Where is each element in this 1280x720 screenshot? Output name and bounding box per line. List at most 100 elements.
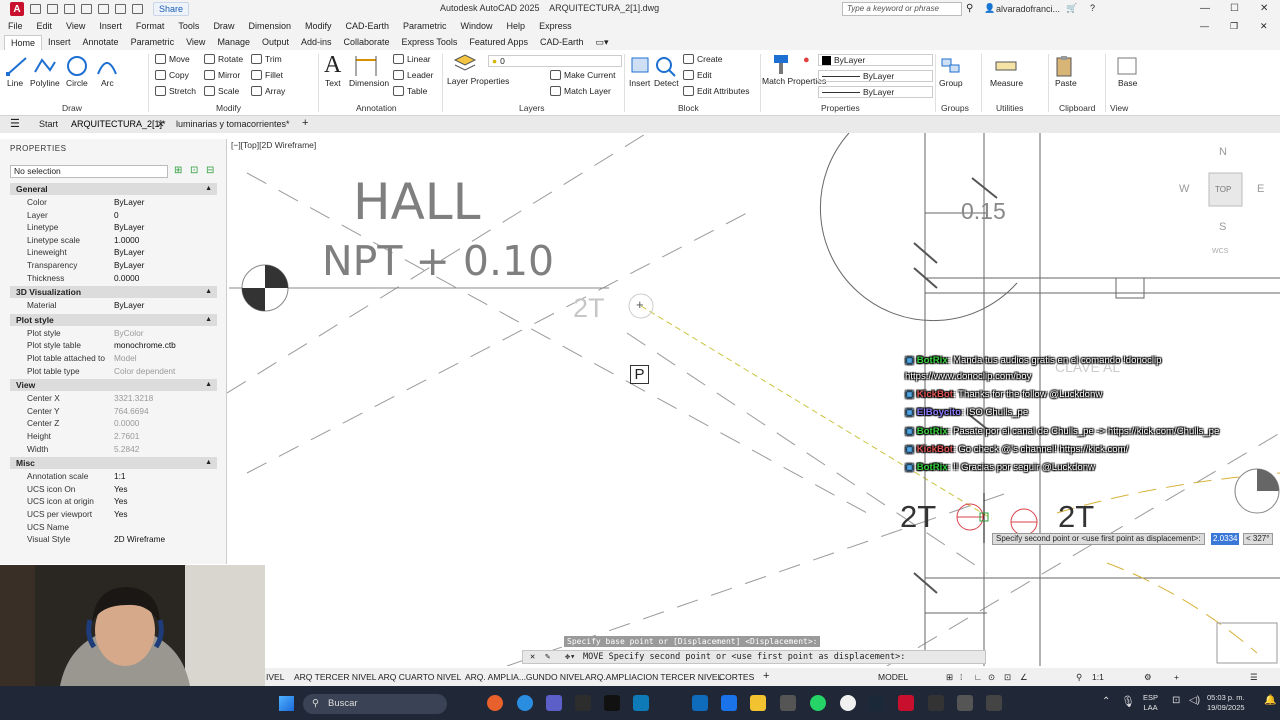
customize-icon[interactable]: ✎ bbox=[545, 651, 550, 663]
language-indicator[interactable]: ESP LAA bbox=[1143, 693, 1158, 713]
save-as-icon[interactable] bbox=[81, 4, 92, 14]
match-properties-icon[interactable] bbox=[768, 52, 794, 76]
tray-chevron-icon[interactable]: ⌃ bbox=[1102, 696, 1110, 707]
properties-section-header[interactable]: Misc ▲ bbox=[10, 457, 217, 470]
linear-dimension-button[interactable]: Linear bbox=[393, 54, 431, 64]
menu-close-icon[interactable]: ✕ bbox=[1260, 21, 1268, 32]
close-icon[interactable]: ✕ bbox=[1260, 3, 1268, 14]
tab-annotate[interactable]: Annotate bbox=[77, 35, 125, 50]
select-objects-icon[interactable]: ⊡ bbox=[190, 165, 198, 176]
property-row[interactable]: Plot table type Color dependent bbox=[10, 365, 217, 378]
add-layout-icon[interactable]: + bbox=[763, 670, 769, 682]
property-row[interactable]: Thickness 0.0000 bbox=[10, 272, 217, 285]
annotation-scale-button[interactable]: 1:1 bbox=[1092, 672, 1104, 682]
collapse-icon[interactable]: ▲ bbox=[205, 286, 212, 298]
base-button[interactable]: Base bbox=[1118, 78, 1137, 88]
tab-add-ins[interactable]: Add-ins bbox=[295, 35, 338, 50]
lineweight-dropdown[interactable]: ByLayer bbox=[818, 70, 933, 82]
quick-select-icon[interactable]: ⊟ bbox=[206, 165, 214, 176]
tab-start[interactable]: Start bbox=[39, 119, 58, 129]
layout-tab-ivel[interactable]: IVEL bbox=[266, 672, 284, 682]
layer-properties-button[interactable]: Layer Properties bbox=[447, 76, 509, 86]
tab-luminarias[interactable]: luminarias y tomacorrientes* bbox=[176, 119, 290, 129]
status-otrack-icon[interactable]: ∠ bbox=[1020, 672, 1028, 683]
autocad-taskbar-icon[interactable] bbox=[898, 695, 914, 711]
paste-icon[interactable] bbox=[1052, 54, 1078, 78]
user-icon[interactable]: 👤 bbox=[984, 3, 995, 14]
selection-dropdown[interactable]: No selection bbox=[10, 165, 168, 178]
status-grid-icon[interactable]: ⊞ bbox=[946, 672, 953, 683]
obs-icon[interactable] bbox=[928, 695, 944, 711]
menu-draw[interactable]: Draw bbox=[213, 21, 234, 31]
tab-manage[interactable]: Manage bbox=[211, 35, 256, 50]
polyline-icon[interactable] bbox=[32, 54, 58, 78]
group-button[interactable]: Group bbox=[939, 78, 963, 88]
redo-icon[interactable] bbox=[132, 4, 143, 14]
layout-tab-cortes[interactable]: CORTES bbox=[719, 672, 754, 682]
property-row[interactable]: Plot style ByColor bbox=[10, 327, 217, 340]
new-file-icon[interactable] bbox=[30, 4, 41, 14]
dimension-button[interactable]: Dimension bbox=[349, 78, 389, 88]
make-current-button[interactable]: Make Current bbox=[550, 70, 616, 80]
edge-icon[interactable] bbox=[517, 695, 533, 711]
text-button[interactable]: Text bbox=[325, 78, 341, 88]
fillet-button[interactable]: Fillet bbox=[251, 70, 283, 80]
arc-button[interactable]: Arc bbox=[101, 78, 114, 88]
menu-format[interactable]: Format bbox=[136, 21, 165, 31]
property-row[interactable]: Width 5.2842 bbox=[10, 443, 217, 456]
layout-tab-ampliacion-segundo[interactable]: ARQ. AMPLIA...GUNDO NIVEL bbox=[465, 672, 585, 682]
tab-collaborate[interactable]: Collaborate bbox=[338, 35, 396, 50]
notification-bell-icon[interactable]: 🔔 bbox=[1264, 695, 1276, 706]
linetype-dropdown[interactable]: ByLayer bbox=[818, 86, 933, 98]
user-name[interactable]: alvaradofranci... bbox=[996, 4, 1060, 14]
plot-icon[interactable] bbox=[98, 4, 109, 14]
stretch-button[interactable]: Stretch bbox=[155, 86, 196, 96]
autocad-logo-icon[interactable]: A bbox=[10, 2, 24, 16]
property-row[interactable]: UCS icon at origin Yes bbox=[10, 495, 217, 508]
settings-icon[interactable] bbox=[780, 695, 796, 711]
rotate-button[interactable]: Rotate bbox=[204, 54, 243, 64]
property-row[interactable]: Layer 0 bbox=[10, 209, 217, 222]
layout-tab-cuarto-nivel[interactable]: ARQ CUARTO NIVEL bbox=[378, 672, 461, 682]
circle-button[interactable]: Circle bbox=[66, 78, 88, 88]
collapse-icon[interactable]: ▲ bbox=[205, 457, 212, 469]
compass-south[interactable]: S bbox=[1219, 221, 1226, 233]
whatsapp-icon[interactable] bbox=[810, 695, 826, 711]
tab-cad-earth[interactable]: CAD-Earth bbox=[534, 35, 590, 50]
clock[interactable]: 05:03 p. m. 19/09/2025 bbox=[1207, 693, 1245, 713]
drawing-viewport[interactable]: [−][Top][2D Wireframe] HALL NPT + 0.10 2… bbox=[227, 133, 1280, 666]
property-row[interactable]: Height 2.7601 bbox=[10, 430, 217, 443]
viewport-controls[interactable]: [−][Top][2D Wireframe] bbox=[231, 140, 316, 150]
dimension-icon[interactable] bbox=[353, 54, 379, 78]
undo-icon[interactable] bbox=[115, 4, 126, 14]
insert-button[interactable]: Insert bbox=[629, 78, 650, 88]
menu-dimension[interactable]: Dimension bbox=[248, 21, 291, 31]
tab-express-tools[interactable]: Express Tools bbox=[396, 35, 464, 50]
copy-button[interactable]: Copy bbox=[155, 70, 189, 80]
table-button[interactable]: Table bbox=[393, 86, 427, 96]
move-button[interactable]: Move bbox=[155, 54, 190, 64]
word-icon[interactable] bbox=[575, 695, 591, 711]
array-button[interactable]: Array bbox=[251, 86, 285, 96]
property-row[interactable]: UCS Name bbox=[10, 521, 217, 534]
taskbar-search[interactable]: ⚲ Buscar bbox=[303, 694, 447, 714]
layout-tab-tercer-nivel[interactable]: ARQ TERCER NIVEL bbox=[294, 672, 377, 682]
app-window-icon[interactable] bbox=[986, 695, 1002, 711]
teams-icon[interactable] bbox=[546, 695, 562, 711]
property-row[interactable]: Transparency ByLayer bbox=[10, 259, 217, 272]
maximize-icon[interactable]: ☐ bbox=[1230, 3, 1239, 14]
property-row[interactable]: Visual Style 2D Wireframe bbox=[10, 533, 217, 546]
status-annotation-icon[interactable]: ⚲ bbox=[1076, 672, 1082, 683]
collapse-icon[interactable]: ▲ bbox=[205, 183, 212, 195]
properties-section-header[interactable]: View ▲ bbox=[10, 379, 217, 392]
match-layer-button[interactable]: Match Layer bbox=[550, 86, 611, 96]
steam-icon[interactable] bbox=[868, 695, 884, 711]
menu-file[interactable]: File bbox=[8, 21, 23, 31]
color-icon[interactable]: ● bbox=[803, 54, 810, 66]
arc-icon[interactable] bbox=[94, 54, 120, 78]
menu-insert[interactable]: Insert bbox=[99, 21, 122, 31]
windows-start-icon[interactable] bbox=[279, 696, 294, 711]
file-explorer-icon[interactable] bbox=[750, 695, 766, 711]
menu-tools[interactable]: Tools bbox=[178, 21, 199, 31]
match-properties-button[interactable]: Match Properties bbox=[762, 76, 826, 86]
